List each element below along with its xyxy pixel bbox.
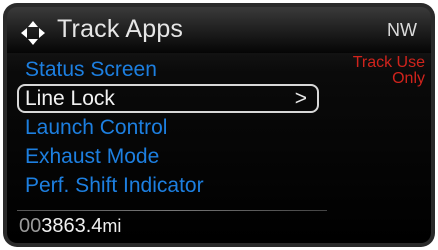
menu-item-status-screen[interactable]: Status Screen: [17, 55, 319, 84]
track-use-notice: Track Use Only: [315, 55, 425, 87]
divider: [17, 210, 327, 211]
menu-item-exhaust-mode[interactable]: Exhaust Mode: [17, 142, 319, 171]
odometer: 003863.4mi: [19, 215, 121, 238]
odometer-unit: mi: [102, 216, 122, 236]
notice-line-1: Track Use: [352, 54, 425, 71]
menu-item-label: Launch Control: [25, 116, 168, 139]
compass-heading: NW: [387, 20, 417, 40]
odometer-value: 3863.4: [41, 215, 103, 237]
menu-item-label: Status Screen: [25, 58, 157, 81]
notice-line-2: Only: [392, 70, 425, 87]
track-apps-menu: Status Screen Line Lock > Launch Control…: [17, 55, 319, 200]
menu-item-label: Perf. Shift Indicator: [25, 174, 204, 197]
cluster-screen: Track Apps NW Status Screen Line Lock > …: [7, 7, 431, 243]
page-title: Track Apps: [57, 15, 184, 43]
menu-item-label: Line Lock: [25, 87, 115, 110]
chevron-right-icon: >: [294, 87, 307, 110]
dpad-arrows-icon: [21, 21, 45, 45]
menu-item-label: Exhaust Mode: [25, 145, 160, 168]
menu-item-line-lock[interactable]: Line Lock >: [17, 84, 319, 113]
odometer-leading-zeros: 00: [19, 215, 42, 237]
menu-item-launch-control[interactable]: Launch Control: [17, 113, 319, 142]
header-bar: Track Apps NW: [7, 7, 431, 53]
menu-item-perf-shift-indicator[interactable]: Perf. Shift Indicator: [17, 171, 319, 200]
